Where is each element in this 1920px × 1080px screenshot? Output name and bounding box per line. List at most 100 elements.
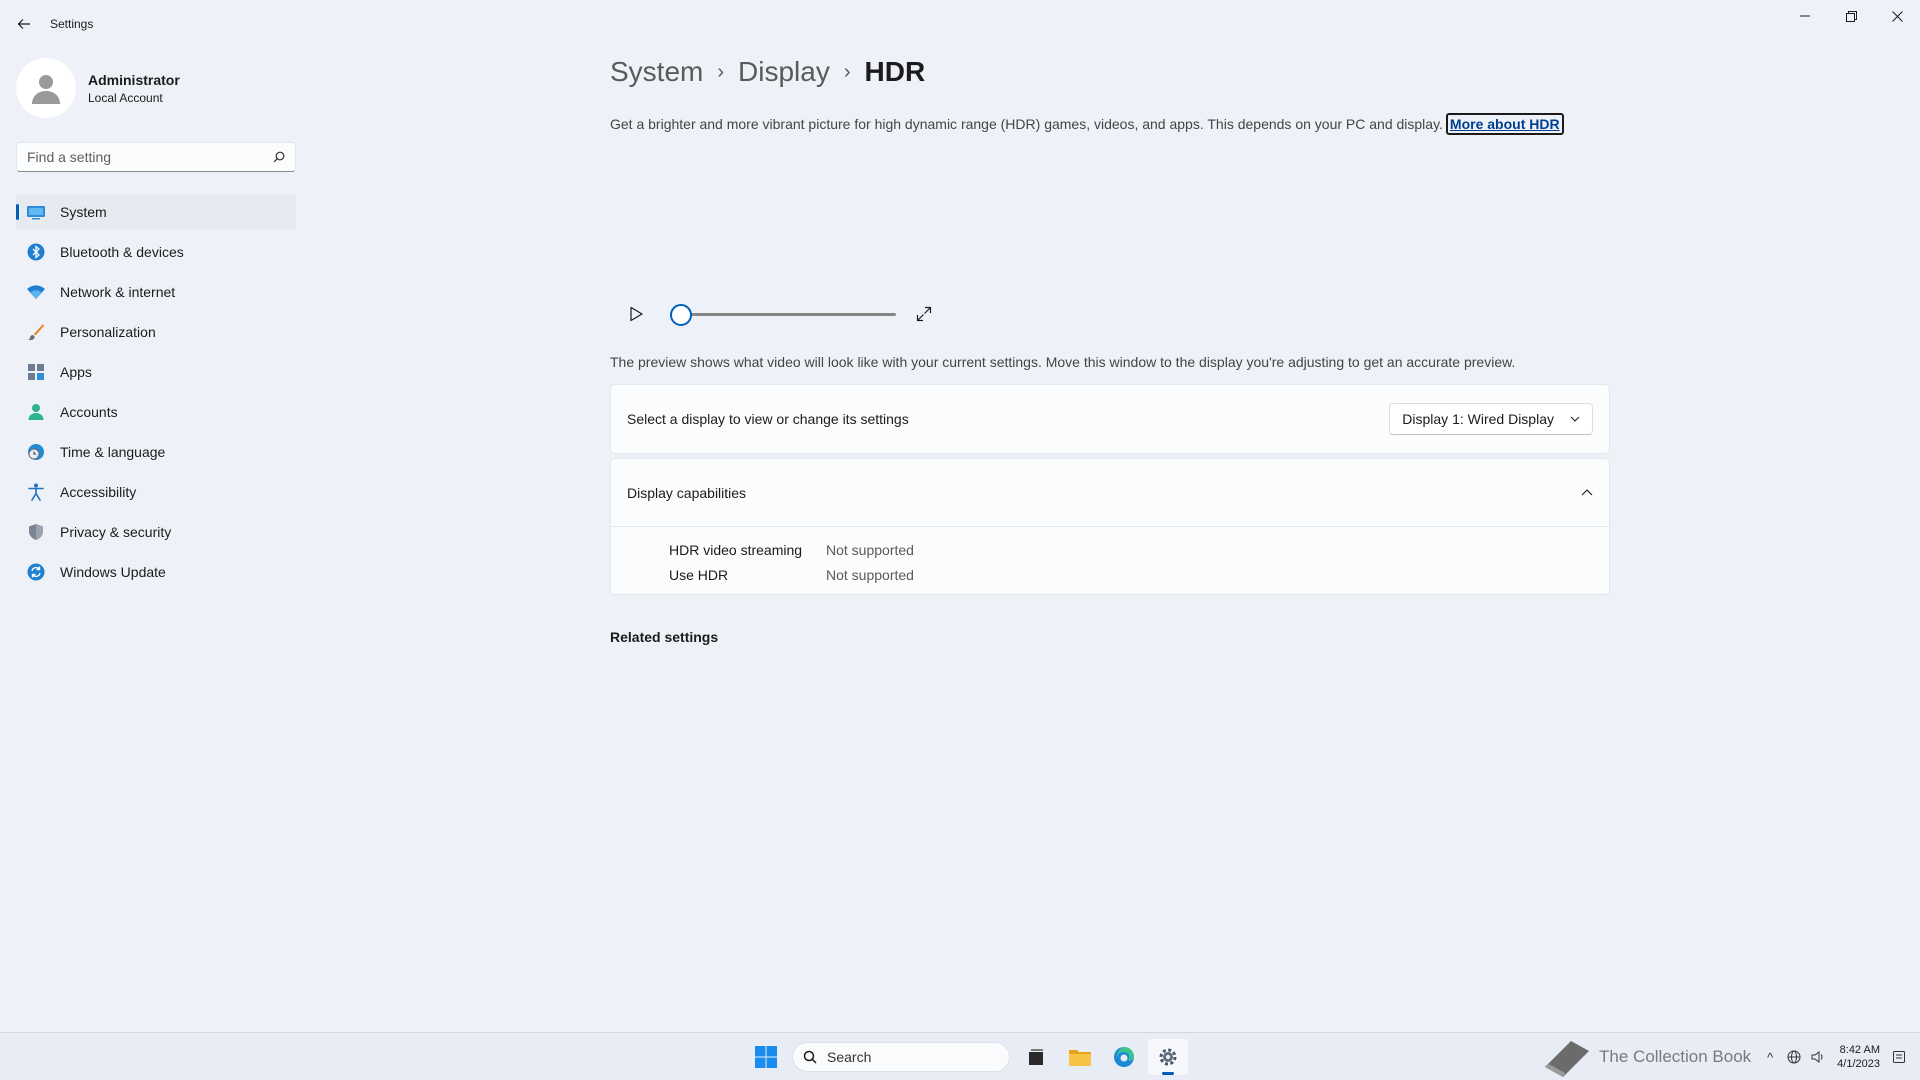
edge-browser-button[interactable] (1104, 1039, 1144, 1075)
brush-icon (26, 322, 46, 342)
close-button[interactable] (1874, 0, 1920, 32)
sidebar-item-label: Personalization (60, 324, 156, 340)
chevron-down-icon (1570, 416, 1580, 422)
system-tray: The Collection Book ^ 8:42 AM 4/1/2023 (1541, 1033, 1920, 1080)
back-button[interactable] (12, 12, 36, 36)
minimize-button[interactable] (1782, 0, 1828, 32)
taskbar-apps: Search (746, 1039, 1192, 1075)
sidebar-item-label: Accounts (60, 404, 118, 420)
display-capabilities-title: Display capabilities (627, 484, 747, 501)
capability-row: HDR video streaming Not supported (669, 537, 1609, 562)
clock-time: 8:42 AM (1839, 1044, 1880, 1056)
capability-name: Use HDR (669, 566, 729, 583)
capability-value: Not supported (826, 541, 914, 558)
sidebar-item-label: Time & language (60, 444, 166, 460)
chevron-up-icon (1581, 489, 1593, 496)
accounts-icon (26, 402, 46, 422)
clock[interactable]: 8:42 AM 4/1/2023 (1837, 1043, 1880, 1071)
task-view-icon (1029, 1049, 1043, 1065)
shield-icon (26, 522, 46, 542)
sidebar-item-label: Accessibility (60, 484, 137, 500)
settings-search-box[interactable] (16, 142, 296, 172)
display-capabilities-header[interactable]: Display capabilities (611, 459, 1609, 527)
clock-date: 4/1/2023 (1837, 1058, 1880, 1070)
preview-note: The preview shows what video will look l… (610, 354, 1516, 370)
bluetooth-icon (26, 242, 46, 262)
search-icon (273, 151, 285, 163)
network-globe-icon[interactable] (1783, 1046, 1805, 1068)
expand-icon (916, 306, 932, 322)
wifi-icon (26, 282, 46, 302)
sidebar-item-label: System (60, 204, 107, 220)
watermark: The Collection Book (1541, 1037, 1751, 1077)
sidebar-item-privacy-security[interactable]: Privacy & security (16, 514, 296, 550)
sidebar-item-accessibility[interactable]: Accessibility (16, 474, 296, 510)
display-select-value: Display 1: Wired Display (1402, 411, 1554, 427)
video-preview-player (610, 296, 940, 332)
update-icon (26, 562, 46, 582)
display-capabilities-card: Display capabilities HDR video streaming… (610, 458, 1610, 595)
capability-row: Use HDR Not supported (669, 562, 1609, 587)
file-explorer-button[interactable] (1060, 1039, 1100, 1075)
settings-app-button[interactable] (1148, 1039, 1188, 1075)
notifications-icon[interactable] (1888, 1046, 1910, 1068)
play-icon (630, 306, 643, 322)
tray-overflow-chevron-icon[interactable]: ^ (1759, 1046, 1781, 1068)
sidebar-item-apps[interactable]: Apps (16, 354, 296, 390)
restore-icon (1845, 10, 1857, 22)
sidebar-item-label: Network & internet (60, 284, 176, 300)
accessibility-icon (26, 482, 46, 502)
avatar (16, 58, 76, 118)
user-profile[interactable]: Administrator Local Account (16, 58, 180, 118)
sidebar-item-network[interactable]: Network & internet (16, 274, 296, 310)
sidebar-item-label: Bluetooth & devices (60, 244, 184, 260)
sidebar-item-personalization[interactable]: Personalization (16, 314, 296, 350)
display-select-card: Select a display to view or change its s… (610, 384, 1610, 454)
display-capabilities-list: HDR video streaming Not supported Use HD… (611, 527, 1609, 587)
restore-button[interactable] (1828, 0, 1874, 32)
sidebar-item-label: Privacy & security (60, 524, 172, 540)
title-bar: Settings (0, 0, 1920, 48)
globe-clock-icon (26, 442, 46, 462)
seek-track[interactable] (672, 313, 896, 316)
user-silhouette-icon (32, 75, 60, 104)
back-arrow-icon (17, 19, 30, 29)
sidebar-item-bluetooth[interactable]: Bluetooth & devices (16, 234, 296, 270)
system-icon (26, 202, 46, 222)
more-about-hdr-link[interactable]: More about HDR (1445, 113, 1564, 135)
seek-slider-thumb[interactable] (670, 304, 692, 326)
page-title: HDR (864, 56, 926, 87)
profile-account-type: Local Account (88, 90, 163, 105)
taskbar-search[interactable]: Search (792, 1042, 1010, 1072)
breadcrumb: System › Display › HDR (610, 56, 925, 88)
start-button[interactable] (746, 1039, 786, 1075)
hdr-description-text: Get a brighter and more vibrant picture … (610, 116, 1443, 132)
chevron-right-icon: › (717, 60, 725, 83)
edge-icon (1114, 1047, 1134, 1067)
fullscreen-button[interactable] (912, 302, 936, 326)
window-controls (1782, 0, 1920, 32)
watermark-text: The Collection Book (1599, 1047, 1752, 1066)
gear-icon (1159, 1048, 1177, 1066)
display-select-label: Select a display to view or change its s… (627, 411, 909, 427)
sidebar-item-accounts[interactable]: Accounts (16, 394, 296, 430)
sidebar-item-windows-update[interactable]: Windows Update (16, 554, 296, 590)
breadcrumb-system[interactable]: System (610, 56, 703, 88)
sidebar-item-system[interactable]: System (16, 194, 296, 230)
folder-icon (1069, 1050, 1091, 1066)
settings-search-input[interactable] (27, 149, 273, 165)
book-icon (1545, 1041, 1590, 1077)
minimize-icon (1800, 15, 1810, 17)
sidebar-item-label: Windows Update (60, 564, 166, 580)
volume-icon[interactable] (1807, 1046, 1829, 1068)
taskbar-search-label: Search (827, 1049, 872, 1065)
play-button[interactable] (624, 302, 648, 326)
sidebar-nav: System Bluetooth & devices Network & int… (16, 194, 296, 594)
related-settings-heading: Related settings (610, 629, 719, 645)
sidebar-item-time-language[interactable]: Time & language (16, 434, 296, 470)
display-select-dropdown[interactable]: Display 1: Wired Display (1389, 403, 1593, 435)
breadcrumb-display[interactable]: Display (738, 56, 830, 88)
chevron-right-icon: › (843, 60, 851, 83)
profile-name: Administrator (88, 71, 180, 88)
task-view-button[interactable] (1016, 1039, 1056, 1075)
